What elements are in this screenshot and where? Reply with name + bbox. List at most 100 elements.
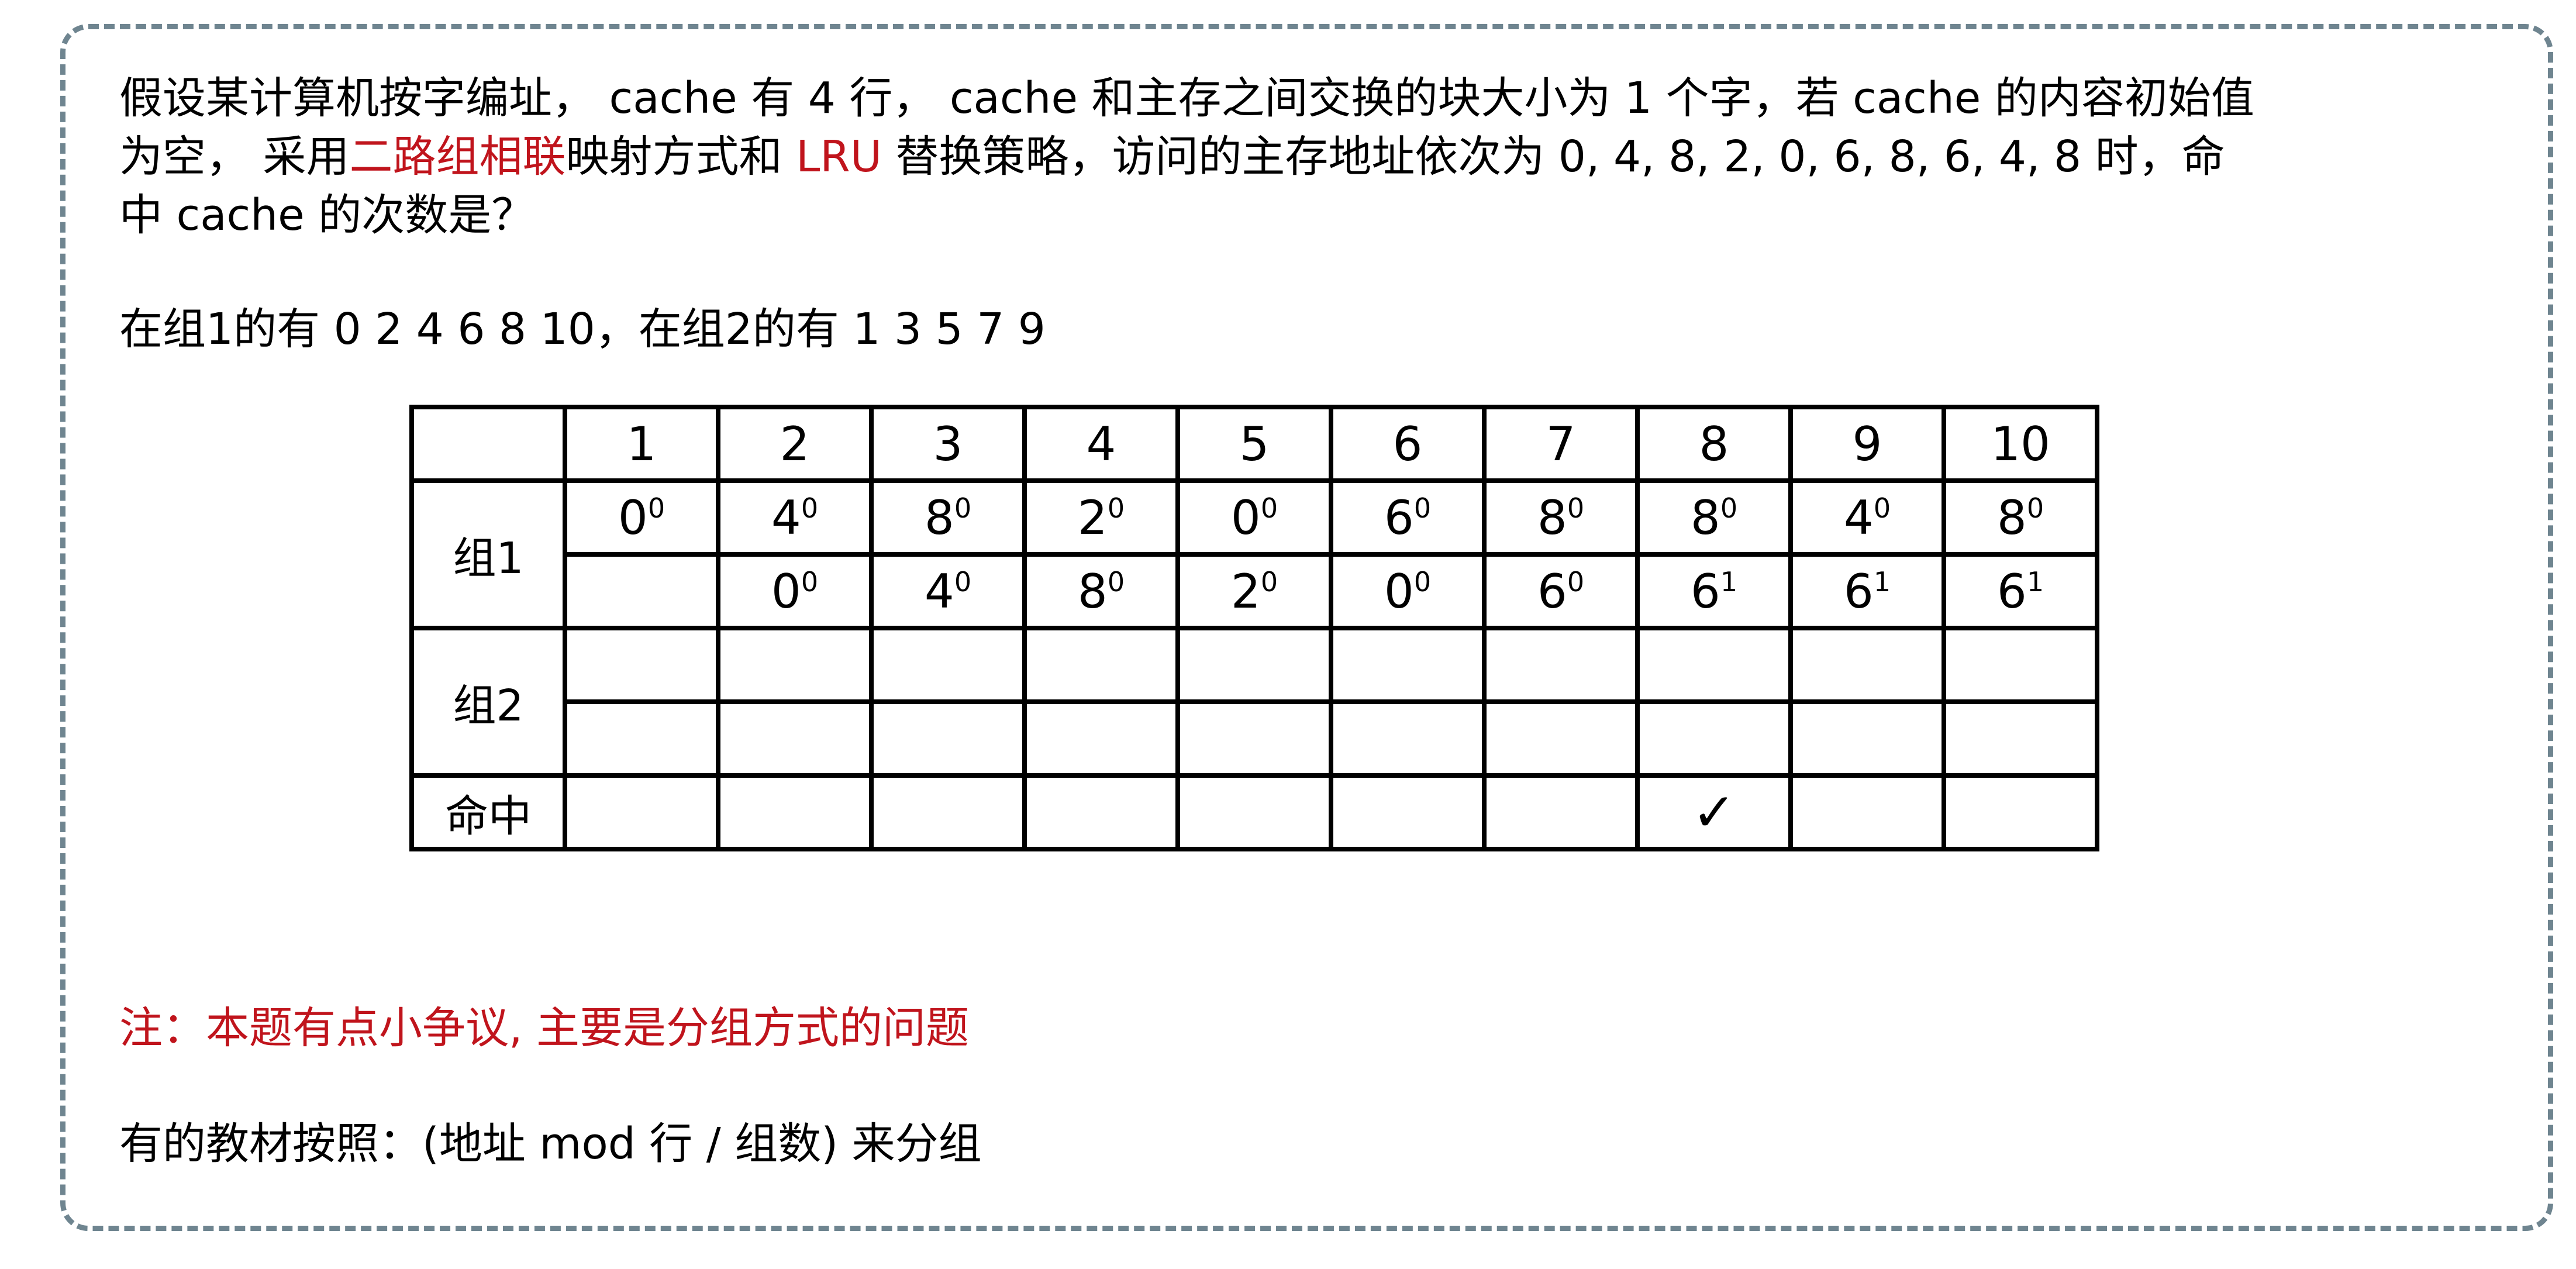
header-row: 1 2 3 4 5 6 7 8 9 10 — [409, 405, 2099, 483]
table-cell: 80 — [1635, 478, 1793, 557]
group1-label: 组1 — [409, 478, 567, 630]
group2-label: 组2 — [409, 626, 567, 778]
header-cell: 6 — [1329, 405, 1487, 483]
group1-row-1: 组1 00 40 80 20 00 60 80 80 40 80 — [409, 478, 2099, 630]
table-cell — [1329, 699, 1487, 778]
cell-value: 8 — [1537, 490, 1567, 545]
table-cell: 00 — [563, 478, 720, 557]
lru-counter: 0 — [1413, 492, 1432, 524]
table-cell — [563, 626, 720, 704]
mapping-highlight: 二路组相联 — [349, 132, 566, 182]
hit-cell — [1788, 773, 1946, 851]
lru-counter: 0 — [1720, 492, 1738, 524]
table-cell: 40 — [716, 478, 874, 557]
lru-counter: 0 — [801, 492, 819, 524]
table-cell: 20 — [1175, 552, 1333, 630]
table-cell — [1175, 626, 1333, 704]
question-text: 替换策略，访问的主存地址依次为 0, 4, 8, 2, 0, 6, 8, 6, … — [881, 132, 2225, 182]
hit-cell — [716, 773, 874, 851]
cache-table: 1 2 3 4 5 6 7 8 9 10 组1 00 40 80 20 00 6… — [409, 405, 2099, 851]
table-cell: 80 — [1022, 552, 1180, 630]
lru-counter: 0 — [954, 492, 972, 524]
cell-value: 2 — [1077, 490, 1108, 545]
cell-value: 6 — [1996, 564, 2027, 619]
lru-counter: 0 — [954, 565, 972, 598]
lru-counter: 1 — [1873, 565, 1891, 598]
table-cell — [1942, 626, 2099, 704]
table-cell: 00 — [1329, 552, 1487, 630]
note-text: 注：本题有点小争议, 主要是分组方式的问题 — [119, 1003, 970, 1053]
hit-cell — [1329, 773, 1487, 851]
table-cell: 60 — [1329, 478, 1487, 557]
lru-counter: 0 — [1413, 565, 1432, 598]
table-cell: 60 — [1482, 552, 1640, 630]
lru-counter: 0 — [1873, 492, 1891, 524]
table-cell — [1022, 699, 1180, 778]
header-cell — [409, 405, 567, 483]
question-text: 映射方式和 — [565, 132, 796, 182]
cell-value: 0 — [771, 564, 801, 619]
cell-value: 4 — [771, 490, 801, 545]
lru-counter: 0 — [1567, 492, 1585, 524]
cell-value: 0 — [618, 490, 648, 545]
table-cell — [1482, 699, 1640, 778]
cell-value: 4 — [1843, 490, 1874, 545]
table-cell — [1788, 626, 1946, 704]
table-cell — [1329, 626, 1487, 704]
hit-cell — [563, 773, 720, 851]
header-cell: 4 — [1022, 405, 1180, 483]
table-cell: 40 — [1788, 478, 1946, 557]
table-cell — [1942, 699, 2099, 778]
lru-counter: 0 — [1260, 565, 1278, 598]
header-cell: 10 — [1942, 405, 2099, 483]
textbook-note: 有的教材按照：(地址 mod 行 / 组数) 来分组 — [119, 1119, 982, 1169]
table-cell — [563, 552, 720, 630]
table-cell — [1635, 699, 1793, 778]
cell-value: 6 — [1843, 564, 1874, 619]
hit-label: 命中 — [409, 773, 567, 851]
cell-value: 6 — [1690, 564, 1720, 619]
table-cell — [1788, 699, 1946, 778]
table-cell — [716, 699, 874, 778]
question-line-3: 中 cache 的次数是？ — [119, 190, 535, 240]
table-cell: 80 — [1942, 478, 2099, 557]
hit-cell — [1942, 773, 2099, 851]
header-cell: 7 — [1482, 405, 1640, 483]
cell-value: 0 — [1384, 564, 1414, 619]
table-cell — [716, 626, 874, 704]
cell-value: 6 — [1537, 564, 1567, 619]
table-cell — [869, 699, 1027, 778]
table-cell — [563, 699, 720, 778]
hit-cell — [869, 773, 1027, 851]
hit-check-mark: ✓ — [1635, 773, 1793, 851]
table-cell: 20 — [1022, 478, 1180, 557]
group2-row-1: 组2 — [409, 626, 2099, 778]
cell-value: 8 — [1690, 490, 1720, 545]
table-cell: 61 — [1635, 552, 1793, 630]
header-cell: 5 — [1175, 405, 1333, 483]
group-assignment-text: 在组1的有 0 2 4 6 8 10，在组2的有 1 3 5 7 9 — [119, 304, 1046, 354]
question-line-2: 为空， 采用二路组相联映射方式和 LRU 替换策略，访问的主存地址依次为 0, … — [119, 127, 2225, 186]
lru-counter: 1 — [1720, 565, 1738, 598]
group2-row-2 — [412, 699, 2099, 778]
hit-row: 命中 ✓ — [409, 773, 2099, 851]
lru-counter: 0 — [647, 492, 665, 524]
lru-counter: 0 — [1107, 565, 1125, 598]
header-cell: 2 — [716, 405, 874, 483]
table-cell — [869, 626, 1027, 704]
lru-counter: 0 — [801, 565, 819, 598]
cell-value: 8 — [1996, 490, 2027, 545]
table-cell: 80 — [1482, 478, 1640, 557]
lru-counter: 0 — [2026, 492, 2044, 524]
cell-value: 8 — [1077, 564, 1108, 619]
lru-counter: 0 — [1107, 492, 1125, 524]
header-cell: 1 — [563, 405, 720, 483]
cell-value: 0 — [1230, 490, 1261, 545]
table-cell: 80 — [869, 478, 1027, 557]
header-cell: 8 — [1635, 405, 1793, 483]
cell-value: 4 — [924, 564, 954, 619]
cell-value: 2 — [1230, 564, 1261, 619]
table-cell: 61 — [1788, 552, 1946, 630]
table-cell: 61 — [1942, 552, 2099, 630]
lru-counter: 0 — [1260, 492, 1278, 524]
